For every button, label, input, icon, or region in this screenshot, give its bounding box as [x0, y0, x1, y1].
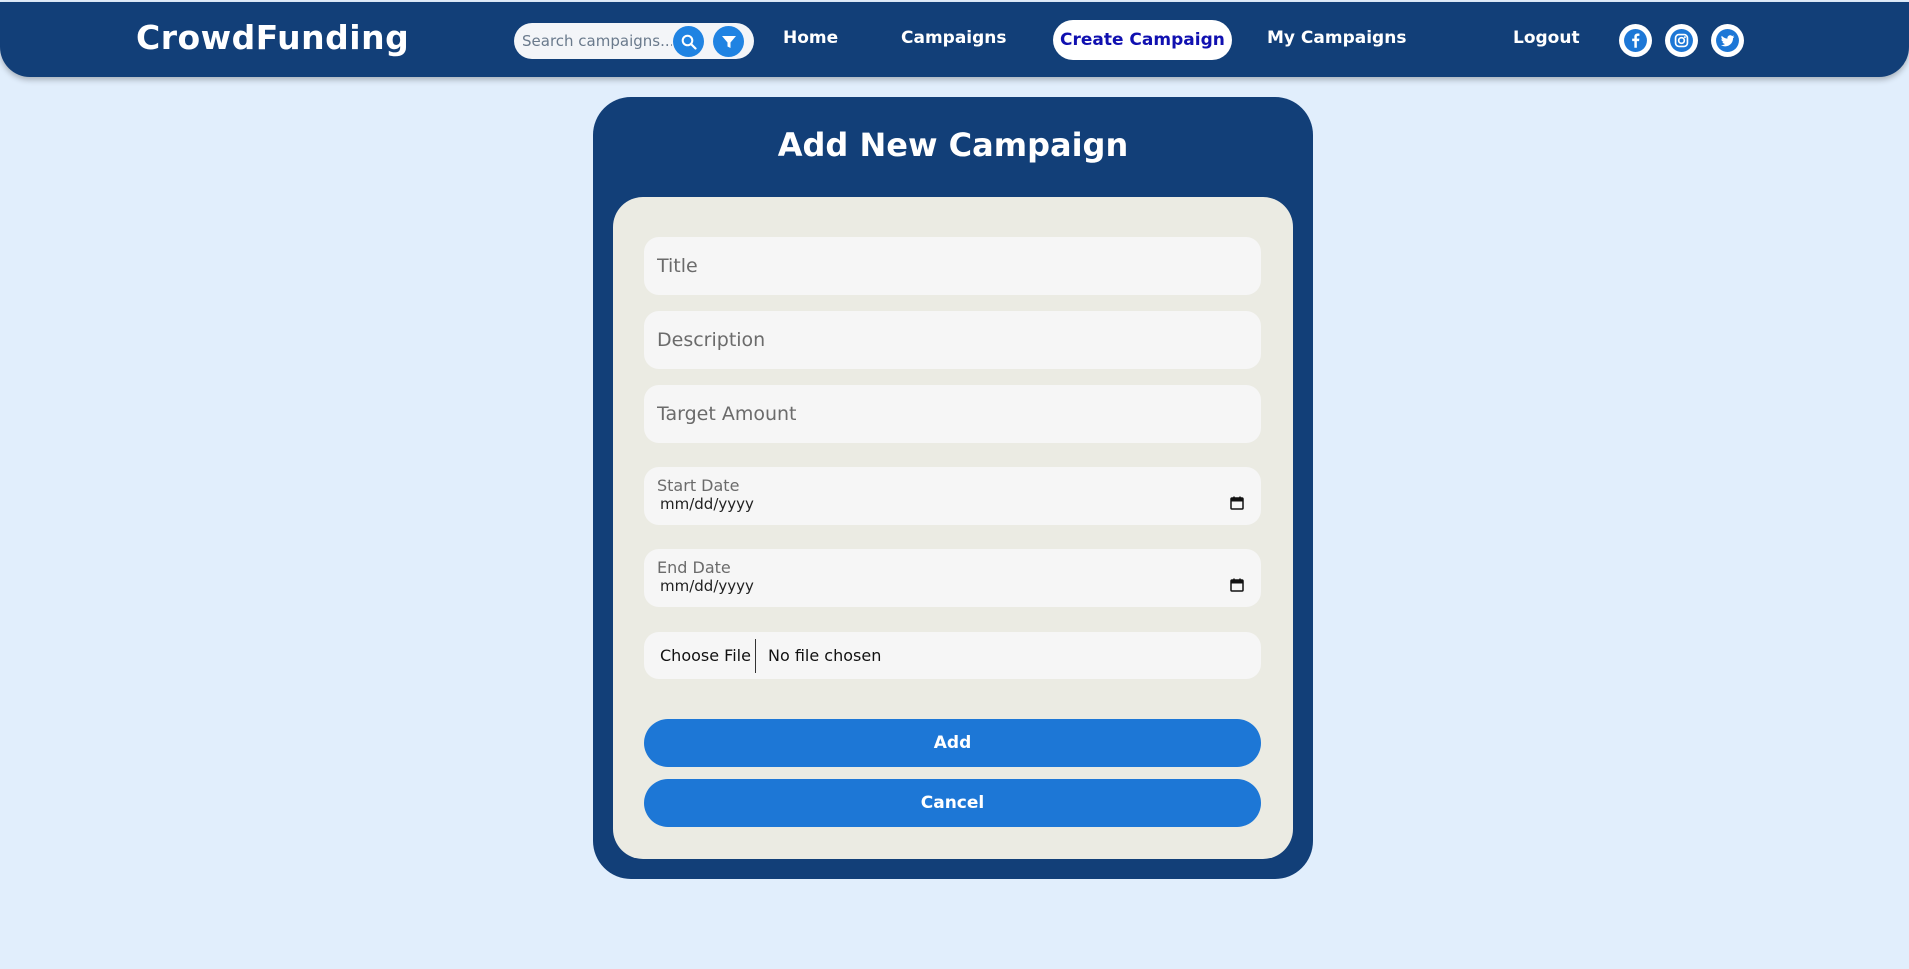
calendar-icon[interactable]	[1230, 496, 1244, 510]
start-date-label: Start Date	[657, 476, 740, 495]
end-date-input[interactable]: mm/dd/yyyy	[660, 577, 754, 595]
instagram-icon	[1670, 29, 1693, 52]
file-upload-field: Choose File No file chosen	[644, 632, 1261, 679]
search-button[interactable]	[673, 26, 704, 57]
start-date-field[interactable]: Start Date mm/dd/yyyy	[644, 467, 1261, 525]
add-campaign-card: Add New Campaign Start Date mm/dd/yyyy E…	[593, 97, 1313, 879]
search-input[interactable]	[522, 27, 672, 55]
campaign-form: Start Date mm/dd/yyyy End Date mm/dd/yyy…	[613, 197, 1293, 859]
choose-file-button[interactable]: Choose File	[660, 646, 751, 665]
search-icon	[681, 34, 697, 50]
target-amount-input[interactable]	[644, 385, 1261, 443]
target-amount-field	[644, 385, 1261, 443]
title-input[interactable]	[644, 237, 1261, 295]
facebook-icon	[1624, 29, 1647, 52]
nav-create-campaign[interactable]: Create Campaign	[1053, 20, 1232, 60]
nav-campaigns[interactable]: Campaigns	[901, 28, 1007, 48]
top-navbar: CrowdFunding Home Campaigns Create Campa…	[0, 2, 1909, 77]
nav-logout[interactable]: Logout	[1513, 28, 1580, 48]
start-date-input[interactable]: mm/dd/yyyy	[660, 495, 754, 513]
description-field	[644, 311, 1261, 369]
search-bar	[514, 23, 754, 59]
filter-icon	[721, 35, 736, 48]
file-divider	[755, 639, 756, 673]
end-date-label: End Date	[657, 558, 731, 577]
calendar-icon[interactable]	[1230, 578, 1244, 592]
nav-my-campaigns[interactable]: My Campaigns	[1267, 28, 1406, 48]
file-status-text: No file chosen	[768, 646, 882, 665]
end-date-field[interactable]: End Date mm/dd/yyyy	[644, 549, 1261, 607]
twitter-icon	[1716, 29, 1739, 52]
description-input[interactable]	[644, 311, 1261, 369]
twitter-link[interactable]	[1711, 24, 1744, 57]
instagram-link[interactable]	[1665, 24, 1698, 57]
form-title: Add New Campaign	[777, 126, 1129, 164]
nav-home[interactable]: Home	[783, 28, 838, 48]
add-button[interactable]: Add	[644, 719, 1261, 767]
cancel-button[interactable]: Cancel	[644, 779, 1261, 827]
filter-button[interactable]	[713, 26, 744, 57]
title-field	[644, 237, 1261, 295]
facebook-link[interactable]	[1619, 24, 1652, 57]
site-logo[interactable]: CrowdFunding	[136, 18, 409, 57]
